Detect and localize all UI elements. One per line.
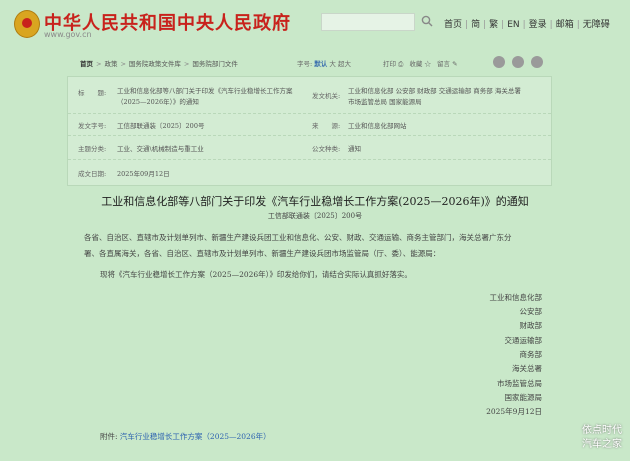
type-value: 通知 (348, 145, 361, 153)
signing-org: 海关总署 (512, 364, 542, 373)
breadcrumb-home[interactable]: 首页 (80, 60, 93, 68)
source-label: 来 源: (312, 122, 341, 130)
document-meta-table: 标 题: 工业和信息化部等八部门关于印发《汽车行业稳增长工作方案 （2025—2… (67, 76, 552, 186)
favorite-button[interactable]: 收藏 (409, 60, 422, 68)
watermark-line2: 汽车之家 (582, 439, 622, 450)
sign-date: 2025年9月12日 (486, 407, 542, 416)
issuer-value-line2: 市场监管总局 国家能源局 (348, 98, 422, 106)
title-value-line1: 工业和信息化部等八部门关于印发《汽车行业稳增长工作方案 (117, 87, 293, 95)
watermark-line1: 依点时代 (582, 425, 622, 436)
meta-row-topic: 主题分类: 工业、交通\机械制造与重工业 公文种类: 通知 (68, 135, 551, 160)
wechat-share-icon[interactable] (512, 56, 524, 68)
font-size-xlarge[interactable]: 超大 (338, 60, 351, 68)
message-button[interactable]: 留言 (437, 60, 450, 68)
breadcrumb-policy-library[interactable]: 国务院政策文件库 (129, 60, 181, 68)
attachment: 附件: 汽车行业稳增长工作方案（2025—2026年） (100, 431, 271, 442)
title-value-line2: （2025—2026年）》的通知 (117, 98, 199, 106)
star-icon: ☆ (424, 60, 431, 68)
printer-icon: ⎙ (398, 60, 404, 68)
print-button[interactable]: 打印 (383, 60, 396, 68)
document-title: 工业和信息化部等八部门关于印发《汽车行业稳增长工作方案(2025—2026年)》… (101, 195, 529, 208)
topic-label: 主题分类: (78, 145, 107, 153)
signing-org: 工业和信息化部 (489, 293, 543, 302)
signing-org: 国家能源局 (504, 393, 543, 402)
nav-login[interactable]: 登录 (529, 20, 547, 30)
nav-mailbox[interactable]: 邮箱 (556, 20, 574, 30)
font-size-large[interactable]: 大 (329, 60, 336, 68)
watermark: 依点时代 汽车之家 (582, 424, 622, 452)
issuer-value-line1: 工业和信息化部 公安部 财政部 交通运输部 商务部 海关总署 (348, 87, 521, 95)
docno-label: 发文字号: (78, 122, 107, 130)
body-paragraph: 现将《汽车行业稳增长工作方案（2025—2026年）》印发给你们，请结合实际认真… (100, 270, 412, 279)
document-number: 工信部联通装〔2025〕200号 (267, 212, 363, 220)
docno-value: 工信部联通装〔2025〕200号 (117, 122, 205, 130)
type-label: 公文种类: (312, 145, 341, 153)
signing-org: 市场监管总局 (497, 379, 542, 388)
top-nav: 首页 | 简 | 繁 | EN | 登录 | 邮箱 | 无障碍 (444, 20, 610, 30)
signing-org: 财政部 (519, 321, 543, 330)
date-value: 2025年09月12日 (117, 170, 170, 178)
addressee-line1: 各省、自治区、直辖市及计划单列市、新疆生产建设兵团工业和信息化、公安、财政、交通… (84, 233, 512, 242)
nav-accessibility[interactable]: 无障碍 (583, 20, 610, 30)
nav-traditional[interactable]: 繁 (489, 20, 498, 30)
national-emblem-logo (14, 10, 40, 38)
search-input[interactable] (321, 13, 415, 31)
signing-org: 公安部 (519, 307, 543, 316)
nav-english[interactable]: EN (507, 20, 519, 30)
meta-row-date: 成文日期: 2025年09月12日 (68, 159, 551, 185)
page-tools: 字号: 默认 大 超大 打印 ⎙ 收藏 ☆ 留言 ✎ (297, 58, 458, 69)
nav-simplified[interactable]: 简 (471, 20, 480, 30)
signing-org: 交通运输部 (504, 336, 543, 345)
search-icon[interactable] (421, 15, 433, 27)
title-label: 标 题: (78, 89, 107, 97)
breadcrumb-department-docs[interactable]: 国务院部门文件 (192, 60, 238, 68)
topic-value: 工业、交通\机械制造与重工业 (117, 145, 204, 153)
meta-row-title: 标 题: 工业和信息化部等八部门关于印发《汽车行业稳增长工作方案 （2025—2… (68, 77, 551, 114)
attachment-label: 附件: (100, 432, 120, 441)
addressee-line2: 署、各直属海关，各省、自治区、直辖市及计划单列市、新疆生产建设兵团市场监管局（厅… (84, 249, 441, 258)
meta-row-docno: 发文字号: 工信部联通装〔2025〕200号 来 源: 工业和信息化部网站 (68, 113, 551, 136)
qzone-share-icon[interactable] (531, 56, 543, 68)
nav-home[interactable]: 首页 (444, 20, 462, 30)
attachment-link[interactable]: 汽车行业稳增长工作方案（2025—2026年） (120, 432, 271, 441)
font-size-label: 字号: (297, 60, 313, 68)
weibo-share-icon[interactable] (493, 56, 505, 68)
font-size-default[interactable]: 默认 (314, 60, 327, 68)
breadcrumb-policy[interactable]: 政策 (104, 60, 117, 68)
date-label: 成文日期: (78, 170, 107, 178)
pencil-icon: ✎ (452, 60, 458, 68)
issuer-label: 发文机关: (312, 92, 341, 100)
signing-org: 商务部 (519, 350, 543, 359)
source-value: 工业和信息化部网站 (348, 122, 407, 130)
site-url: www.gov.cn (44, 30, 92, 39)
breadcrumb: 首页 > 政策 > 国务院政策文件库 > 国务院部门文件 (80, 60, 238, 68)
